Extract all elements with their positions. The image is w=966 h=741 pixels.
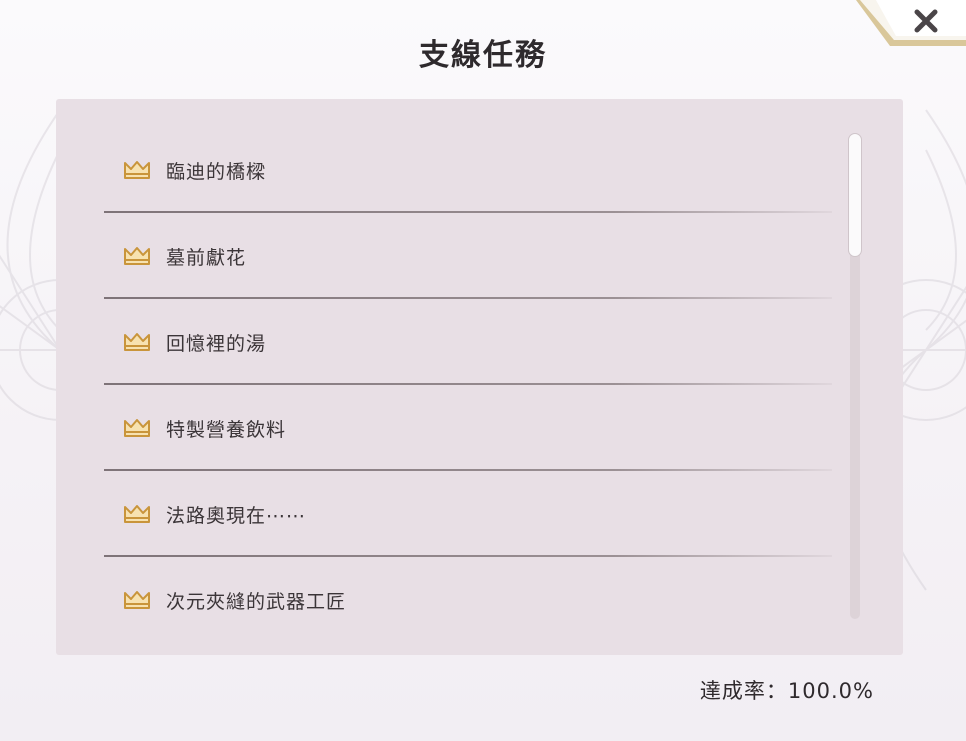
quest-item[interactable]: 特製營養飲料 xyxy=(104,385,832,471)
crown-icon xyxy=(124,591,150,609)
crown-icon xyxy=(124,247,150,265)
quest-list: 臨迪的橋樑 墓前獻花 回憶裡的湯 特製營養飲料 法路奧現在⋯⋯ 次元夾縫的武器工… xyxy=(104,127,832,643)
quest-item-label: 臨迪的橋樑 xyxy=(166,160,267,183)
quest-item[interactable]: 回憶裡的湯 xyxy=(104,299,832,385)
crown-icon xyxy=(124,161,150,179)
crown-icon xyxy=(124,419,150,437)
quest-item[interactable]: 次元夾縫的武器工匠 xyxy=(104,557,832,643)
quest-list-panel: 臨迪的橋樑 墓前獻花 回憶裡的湯 特製營養飲料 法路奧現在⋯⋯ 次元夾縫的武器工… xyxy=(56,99,903,655)
quest-item-label: 次元夾縫的武器工匠 xyxy=(166,590,347,613)
quest-item[interactable]: 墓前獻花 xyxy=(104,213,832,299)
crown-icon xyxy=(124,333,150,351)
quest-item[interactable]: 法路奧現在⋯⋯ xyxy=(104,471,832,557)
quest-item-label: 法路奧現在⋯⋯ xyxy=(166,504,307,527)
crown-icon xyxy=(124,505,150,523)
completion-rate: 達成率：100.0% xyxy=(699,679,874,703)
dialog-title: 支線任務 xyxy=(419,38,547,73)
scrollbar-thumb[interactable] xyxy=(848,133,862,257)
quest-item-label: 特製營養飲料 xyxy=(166,418,287,441)
quest-item-label: 墓前獻花 xyxy=(166,246,247,269)
scrollbar-track[interactable] xyxy=(848,133,862,619)
side-quest-dialog: 支線任務 臨迪的橋樑 墓前獻花 回憶裡的湯 特製營養飲料 法路奧現在⋯⋯ 次元夾… xyxy=(0,0,966,741)
quest-item[interactable]: 臨迪的橋樑 xyxy=(104,127,832,213)
quest-item-label: 回憶裡的湯 xyxy=(166,332,267,355)
